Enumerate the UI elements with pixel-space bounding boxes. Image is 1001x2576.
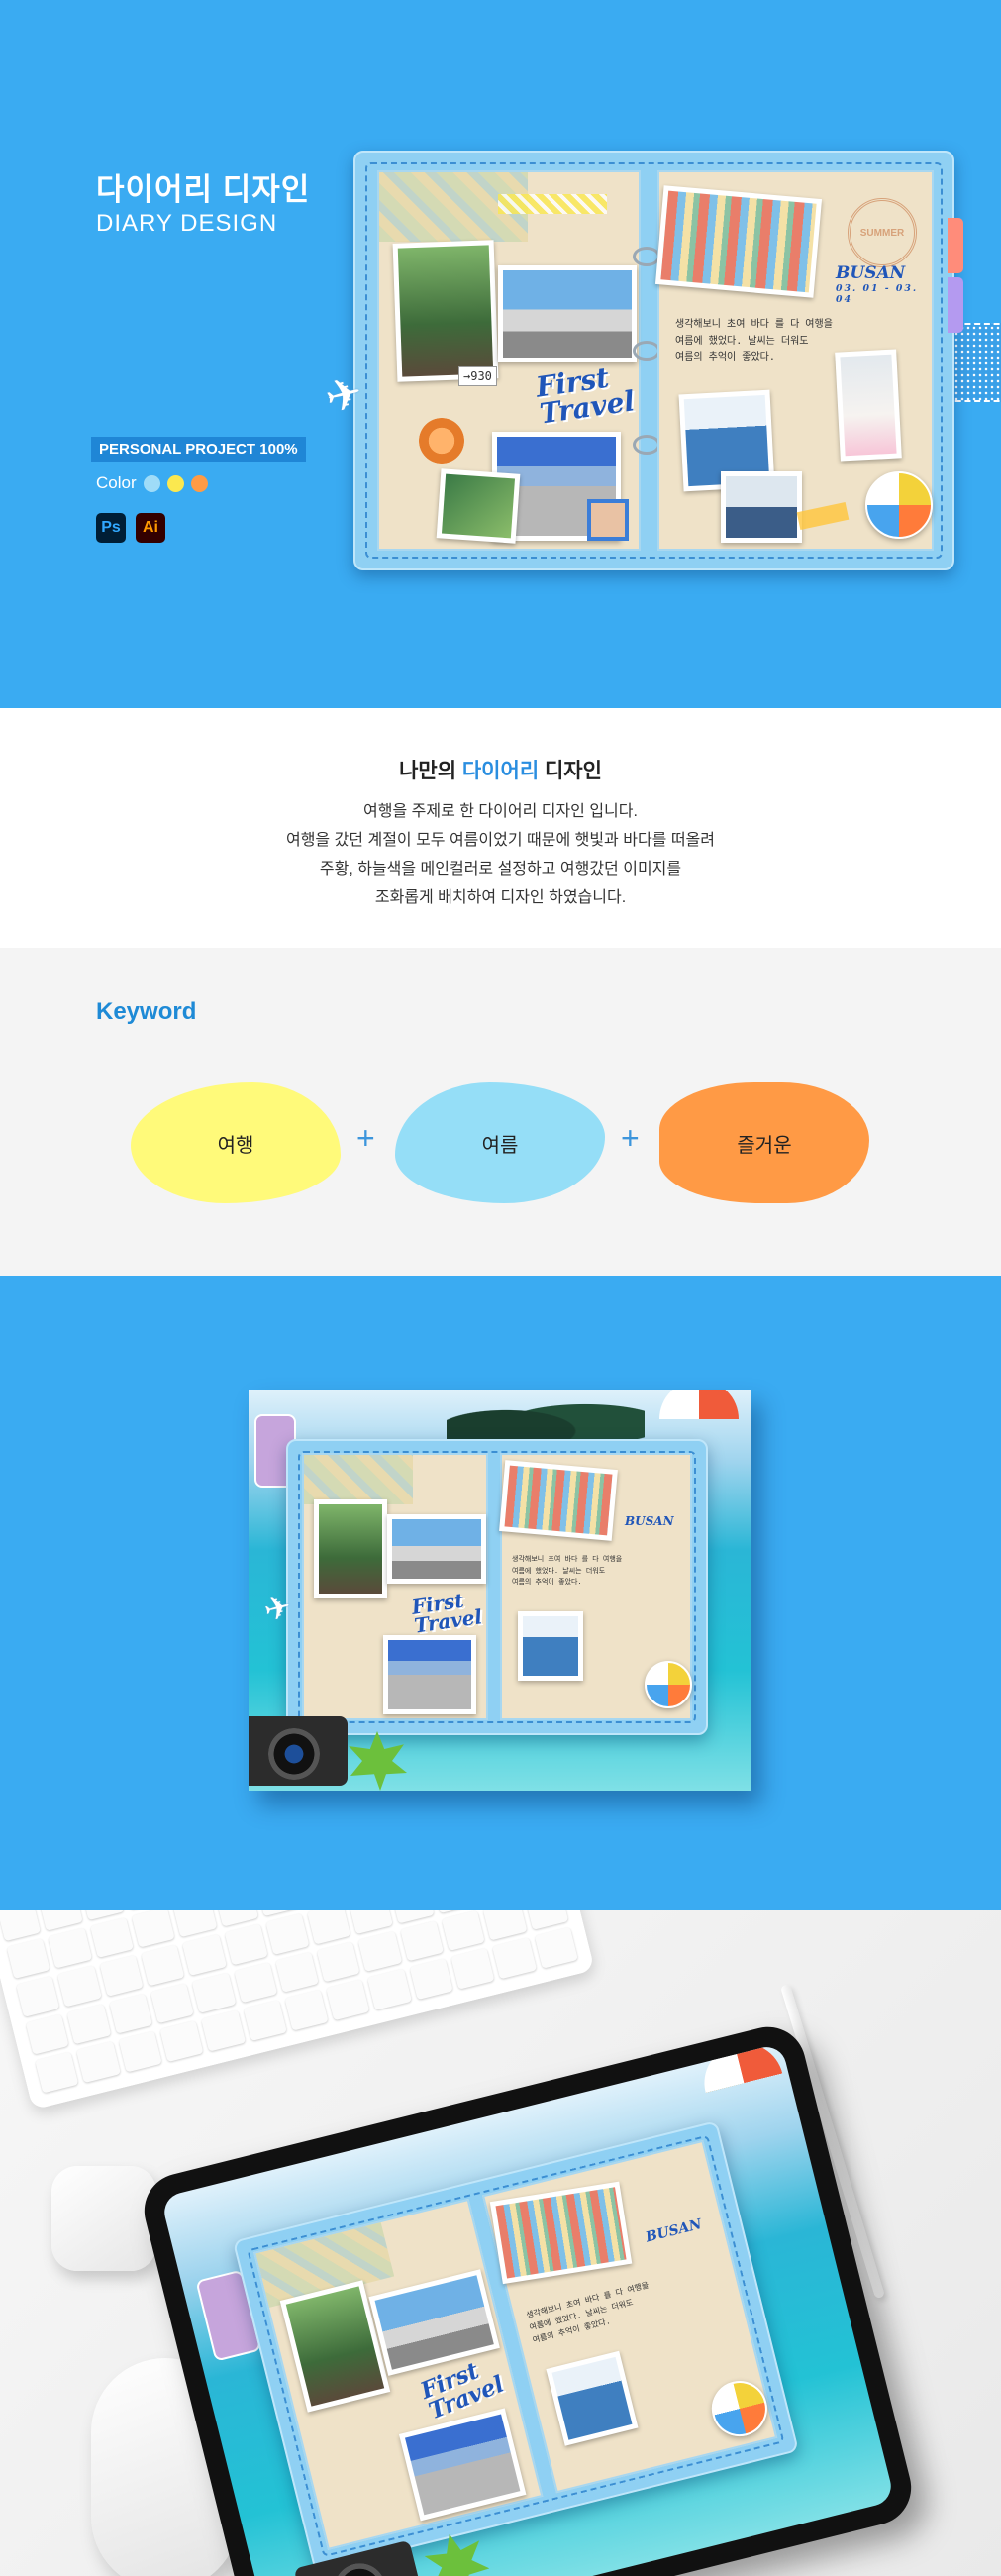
- illustrator-icon: Ai: [136, 513, 165, 543]
- diary-note: 생각해보니 초여 바다 를 다 여행을 여름에 했었다. 날씨는 더워도 여름의…: [675, 319, 833, 362]
- color-label: Color: [96, 473, 137, 492]
- color-palette: Color: [96, 473, 208, 493]
- desk-scene: First Travel BUSAN 생각해보니 초여 바다 를 다 여행을 여름에…: [0, 1910, 1001, 2576]
- busan-label: BUSAN 03. 01 - 03. 04: [836, 263, 919, 305]
- photo-village: [654, 185, 823, 298]
- title-korean: 다이어리 디자인: [96, 172, 311, 207]
- tablet-screen: First Travel BUSAN 생각해보니 초여 바다 를 다 여행을 여름에…: [160, 2042, 895, 2576]
- tool-icons: Ps Ai: [96, 513, 165, 543]
- diary-left-page: →930 First Travel: [377, 170, 641, 551]
- beach-mockup: First Travel BUSAN 생각해보니 초여 바다 를 다 여행을 여름에…: [249, 1390, 751, 1791]
- photo-flower-glass: [835, 349, 902, 462]
- hero-section: 다이어리 디자인 DIARY DESIGN PERSONAL PROJECT 1…: [0, 0, 1001, 708]
- index-tab-red: [948, 218, 963, 273]
- color-swatch-yellow: [166, 474, 184, 492]
- summer-stamp: SUMMER: [848, 198, 917, 267]
- photo-station: [498, 265, 637, 362]
- showcase-section: First Travel BUSAN 생각해보니 초여 바다 를 다 여행을 여름에…: [0, 1276, 1001, 1910]
- photo-plants: [436, 468, 521, 544]
- intro-line: 여행을 주제로 한 다이어리 디자인 입니다.: [363, 803, 638, 820]
- first-travel-lettering: First Travel: [534, 361, 637, 431]
- mini-stamp: [587, 499, 629, 541]
- plus-sign: +: [621, 1120, 640, 1156]
- intro-section: 나만의 다이어리 디자인 여행을 주제로 한 다이어리 디자인 입니다. 여행을…: [0, 708, 1001, 948]
- keyword-blob-summer: 여름: [395, 1082, 605, 1203]
- intro-line: 주황, 하늘색을 메인컬러로 설정하고 여행갔던 이미지를: [319, 861, 682, 877]
- camera-sticker: [249, 1716, 348, 1786]
- diary-mockup: →930 First Travel SUMMER BUSAN 03. 01 - 03…: [321, 151, 963, 570]
- binder-ring: [633, 435, 660, 455]
- keyword-title: Keyword: [96, 998, 197, 1025]
- color-swatch-sky: [143, 474, 160, 492]
- beach-ball-sticker: [865, 471, 933, 539]
- color-swatch-orange: [190, 474, 208, 492]
- keyword-blob-fun: 즐거운: [659, 1082, 869, 1203]
- diary-mockup-small: First Travel BUSAN 생각해보니 초여 바다 를 다 여행을 여름에…: [260, 1439, 708, 1735]
- intro-line: 조화롭게 배치하여 디자인 하였습니다.: [374, 889, 627, 906]
- photo-lighthouse: [721, 471, 802, 543]
- title-english: DIARY DESIGN: [96, 210, 278, 237]
- project-badge: PERSONAL PROJECT 100%: [91, 437, 306, 462]
- ticket-stub: →930: [458, 366, 497, 386]
- binder-ring: [633, 341, 660, 361]
- index-tab-purple: [948, 277, 963, 333]
- keyboard-image: [0, 1910, 595, 2111]
- intro-line: 여행을 갔던 계절이 모두 여름이었기 때문에 햇빛과 바다를 떠올려: [285, 832, 715, 849]
- airplane-sticker: ✈: [320, 367, 368, 424]
- plus-sign: +: [356, 1120, 375, 1156]
- keyword-blob-travel: 여행: [131, 1082, 341, 1203]
- photo-trees: [392, 240, 499, 382]
- leaf-sticker: [349, 1731, 407, 1791]
- intro-heading: 나만의 다이어리 디자인: [399, 760, 602, 782]
- keyword-section: Keyword 여행 + 여름 + 즐거운: [0, 948, 1001, 1276]
- tablet-mockup: First Travel BUSAN 생각해보니 초여 바다 를 다 여행을 여름에…: [136, 2018, 920, 2576]
- shell-sticker: [419, 418, 464, 464]
- diary-right-page: SUMMER BUSAN 03. 01 - 03. 04 생각해보니 초여 바다 …: [654, 170, 934, 551]
- airpods-case-image: [51, 2166, 156, 2271]
- photoshop-icon: Ps: [96, 513, 126, 543]
